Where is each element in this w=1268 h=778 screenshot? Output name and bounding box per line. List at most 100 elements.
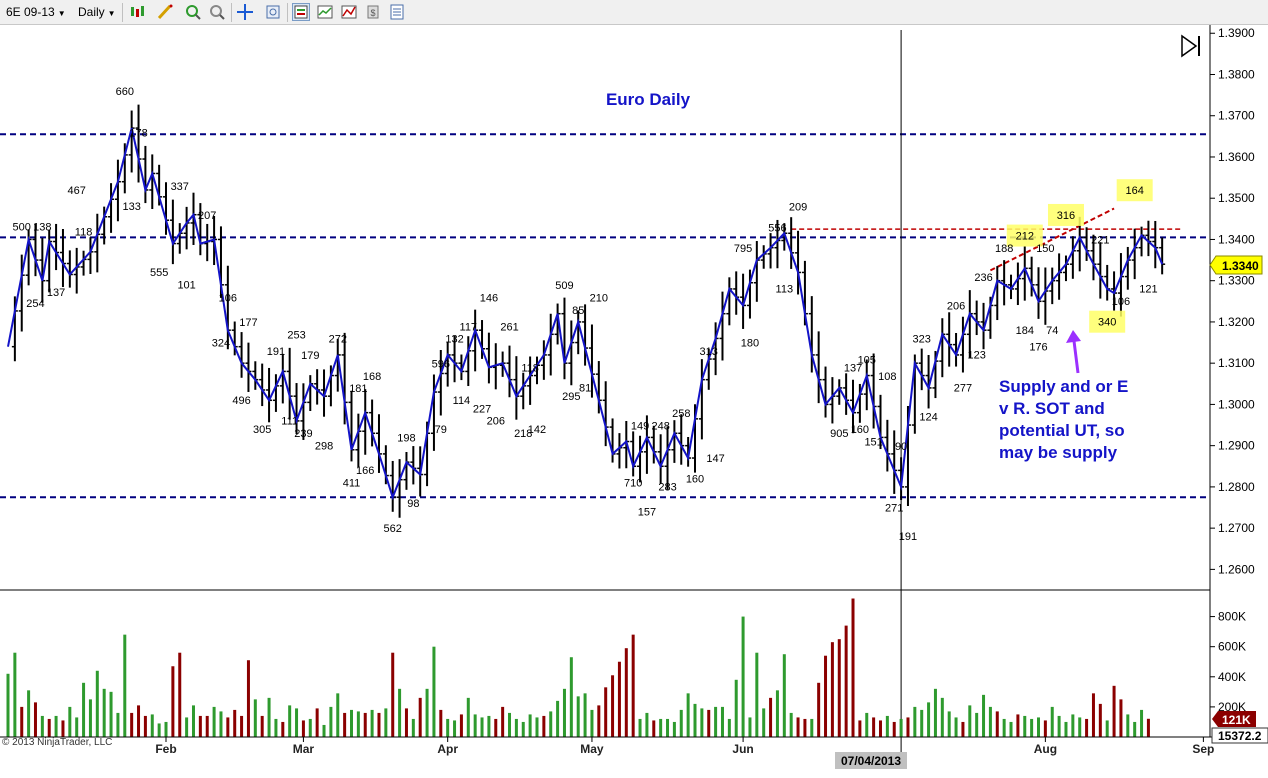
volume-bar bbox=[1098, 703, 1102, 737]
volume-bar bbox=[913, 706, 917, 737]
volume-bar bbox=[274, 718, 278, 737]
volume-bar bbox=[40, 715, 44, 737]
bar-label: 555 bbox=[150, 267, 168, 279]
bar-label: 90 bbox=[895, 441, 907, 453]
volume-bar bbox=[446, 718, 450, 737]
bar-label: 212 bbox=[1016, 231, 1034, 243]
volume-bar bbox=[240, 715, 244, 737]
volume-bar bbox=[88, 699, 92, 737]
volume-bar bbox=[246, 660, 250, 737]
scroll-end-button[interactable] bbox=[1181, 34, 1200, 58]
bar-label: 210 bbox=[590, 292, 608, 304]
bar-label: 191 bbox=[267, 346, 285, 358]
bar-label: 118 bbox=[75, 226, 93, 238]
bar-label: 133 bbox=[122, 201, 140, 213]
volume-bar bbox=[693, 703, 697, 737]
volume-bar bbox=[480, 717, 484, 737]
bar-label: 254 bbox=[26, 298, 44, 310]
volume-bar bbox=[954, 717, 958, 737]
bar-label: 227 bbox=[473, 403, 491, 415]
toolbar-separator bbox=[231, 3, 232, 22]
bars-style-button[interactable] bbox=[128, 3, 146, 21]
bar-label: 272 bbox=[329, 334, 347, 346]
bar-label: 198 bbox=[397, 433, 415, 445]
zoom-out-button[interactable] bbox=[208, 3, 226, 21]
bar-label: 147 bbox=[706, 453, 724, 465]
volume-bar bbox=[20, 706, 24, 737]
period-selector[interactable]: Daily ▼ bbox=[78, 4, 116, 21]
volume-bar bbox=[1030, 718, 1034, 737]
bar-label: 467 bbox=[68, 185, 86, 197]
volume-bar bbox=[631, 634, 635, 737]
bar-label: 160 bbox=[851, 424, 869, 436]
magnifier-button[interactable] bbox=[264, 3, 282, 21]
bar-label: 106 bbox=[1112, 296, 1130, 308]
bar-label: 324 bbox=[212, 337, 230, 349]
crosshair-button[interactable] bbox=[236, 3, 254, 21]
zoom-in-icon bbox=[186, 5, 201, 20]
volume-bar bbox=[583, 693, 587, 737]
bar-label: 117 bbox=[460, 321, 478, 333]
volume-bar bbox=[370, 709, 374, 737]
bar-label: 188 bbox=[995, 243, 1013, 255]
volume-bar bbox=[1119, 699, 1123, 737]
data-box-button[interactable] bbox=[292, 3, 310, 21]
volume-bar bbox=[143, 715, 147, 737]
volume-bar bbox=[727, 718, 731, 737]
bar-label: 184 bbox=[1016, 325, 1034, 337]
zoom-in-button[interactable] bbox=[184, 3, 202, 21]
volume-bar bbox=[885, 715, 889, 737]
play-end-icon bbox=[1181, 34, 1198, 58]
indicators-button[interactable] bbox=[340, 3, 358, 21]
volume-bar bbox=[315, 708, 319, 737]
bar-label: 123 bbox=[967, 350, 985, 362]
bar-label: 500 bbox=[13, 222, 31, 234]
volume-bar bbox=[1023, 715, 1027, 737]
volume-bars bbox=[6, 598, 1150, 737]
bar-label: 180 bbox=[741, 337, 759, 349]
volume-bar bbox=[439, 709, 443, 737]
volume-bar bbox=[411, 718, 415, 737]
bar-label: 178 bbox=[129, 127, 147, 139]
volume-bar bbox=[308, 718, 312, 737]
volume-bar bbox=[281, 721, 285, 737]
volume-bar bbox=[769, 697, 773, 737]
volume-bar bbox=[803, 718, 807, 737]
drawing-tool-button[interactable] bbox=[156, 3, 174, 21]
bar-label: 207 bbox=[198, 210, 216, 222]
chevron-down-icon: ▼ bbox=[107, 9, 116, 18]
strategy-button[interactable]: $ bbox=[364, 3, 382, 21]
chart-style-button[interactable] bbox=[316, 3, 334, 21]
volume-bar bbox=[796, 717, 800, 737]
instrument-selector[interactable]: 6E 09-13 ▼ bbox=[6, 4, 66, 21]
bar-label: 316 bbox=[1057, 210, 1075, 222]
volume-bar bbox=[377, 712, 381, 737]
volume-bar bbox=[549, 711, 553, 737]
volume-bar bbox=[13, 652, 17, 737]
month-label: May bbox=[580, 742, 604, 756]
properties-button[interactable] bbox=[388, 3, 406, 21]
svg-text:$: $ bbox=[371, 8, 376, 18]
volume-bar bbox=[198, 715, 202, 737]
volume-bar bbox=[741, 616, 745, 737]
bar-label: 146 bbox=[480, 292, 498, 304]
month-label: Jun bbox=[732, 742, 753, 756]
volume-bar bbox=[672, 721, 676, 737]
volume-bar bbox=[720, 706, 724, 737]
chart-toolbar: 6E 09-13 ▼ Daily ▼ $ bbox=[0, 0, 1268, 25]
volume-bar bbox=[219, 711, 223, 737]
volume-bar bbox=[679, 709, 683, 737]
volume-bar bbox=[253, 699, 257, 737]
bar-label: 556 bbox=[768, 222, 786, 234]
bar-label: 209 bbox=[789, 202, 807, 214]
volume-bar bbox=[686, 693, 690, 737]
volume-bar bbox=[260, 715, 264, 737]
month-label: Sep bbox=[1192, 742, 1214, 756]
volume-bar bbox=[899, 718, 903, 737]
period-label: Daily bbox=[78, 5, 105, 19]
price-volume-chart[interactable]: 500 138 254137 118 467 660 178 133 555 337 101 207 1… bbox=[0, 25, 1268, 778]
bar-label: 509 bbox=[555, 280, 573, 292]
volume-bar bbox=[1016, 714, 1020, 737]
bar-label: 151 bbox=[864, 436, 882, 448]
volume-bar bbox=[748, 717, 752, 737]
